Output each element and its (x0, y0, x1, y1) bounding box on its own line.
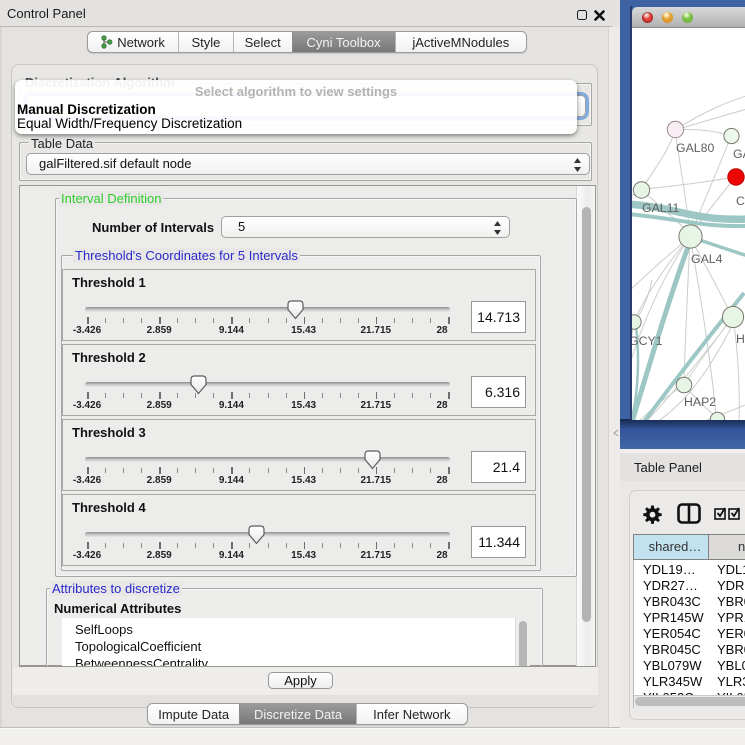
svg-text:HAP1: HAP1 (736, 332, 745, 346)
svg-text:GAL80: GAL80 (676, 141, 714, 155)
svg-text:GAL11: GAL11 (642, 201, 680, 215)
svg-text:CDC1: CDC1 (736, 194, 745, 208)
svg-text:GAL4: GAL4 (691, 252, 723, 266)
svg-text:GCY1: GCY1 (632, 334, 663, 348)
svg-text:HAP2: HAP2 (684, 395, 716, 409)
svg-text:GAL2: GAL2 (733, 147, 745, 161)
